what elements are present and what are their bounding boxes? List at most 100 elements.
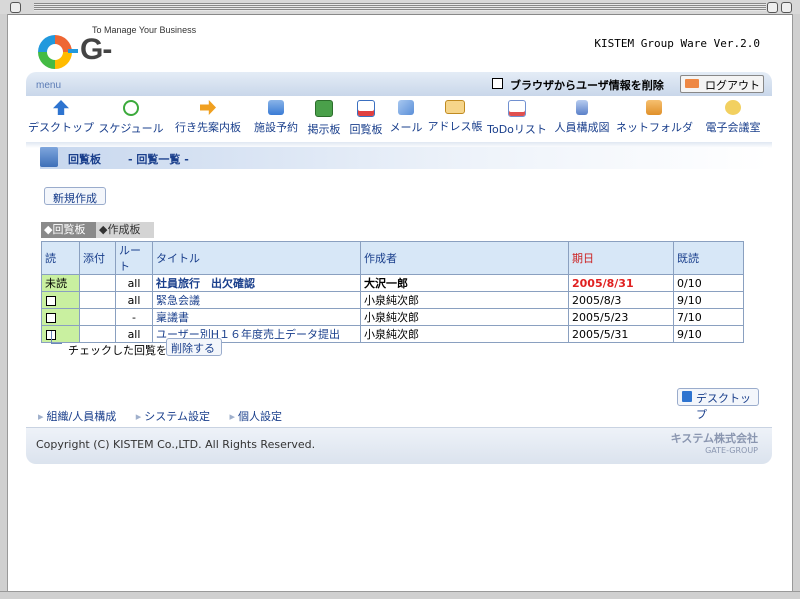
attach-cell bbox=[79, 274, 116, 292]
col-author[interactable]: 作成者 bbox=[360, 241, 569, 275]
table-row[interactable]: all 緊急会議 小泉純次郎 2005/8/3 9/10 bbox=[41, 291, 744, 309]
nav-facility[interactable]: 施設予約 bbox=[250, 98, 302, 138]
new-create-label: 新規作成 bbox=[53, 192, 97, 205]
deadline-cell: 2005/8/31 bbox=[568, 274, 674, 292]
logo-dash bbox=[68, 49, 78, 53]
nav-mail[interactable]: メール bbox=[388, 98, 424, 138]
window-frame-bottom bbox=[0, 591, 800, 599]
meeting-icon bbox=[725, 100, 741, 115]
mail-icon bbox=[398, 100, 414, 115]
footer-link-system[interactable]: ▸ システム設定 bbox=[136, 410, 218, 423]
nav-bulletin[interactable]: 掲示板 bbox=[304, 98, 344, 138]
nav-meeting-room[interactable]: 電子会議室 bbox=[694, 98, 772, 138]
page-title: 回覧板 bbox=[68, 153, 101, 166]
nav-circular[interactable]: 回覧板 bbox=[346, 98, 386, 138]
attach-cell bbox=[79, 291, 116, 309]
company-logo[interactable]: キステム株式会社 GATE-GROUP bbox=[671, 430, 758, 455]
seen-cell: 7/10 bbox=[673, 308, 744, 326]
logo-g-icon bbox=[38, 35, 72, 69]
triangle-right-icon: ▸ bbox=[38, 410, 44, 423]
board-icon bbox=[315, 100, 333, 117]
footer-link-personal[interactable]: ▸ 個人設定 bbox=[229, 410, 290, 423]
delete-user-info-checkbox[interactable] bbox=[492, 78, 503, 89]
table-header-row: 読 添付 ルート タイトル 作成者 期日 既読 bbox=[41, 241, 744, 275]
nav-todo[interactable]: ToDoリスト bbox=[486, 98, 548, 138]
nav-folder-label: ネットフォルダ bbox=[616, 121, 693, 134]
company-name: キステム株式会社 bbox=[670, 432, 758, 445]
title-link[interactable]: 緊急会議 bbox=[152, 291, 361, 309]
desktop-button[interactable]: デスクトップ bbox=[677, 388, 759, 421]
zoom-box[interactable] bbox=[767, 2, 778, 13]
author-cell: 小泉純次郎 bbox=[360, 308, 569, 326]
title-link[interactable]: 社員旅行 出欠確認 bbox=[152, 274, 361, 292]
seen-cell: 0/10 bbox=[673, 274, 744, 292]
col-route[interactable]: ルート bbox=[115, 241, 153, 275]
tab-created-board[interactable]: ◆作成板 bbox=[96, 222, 154, 238]
footer-links: ▸ 組織/人員構成 ▸ システム設定 ▸ 個人設定 bbox=[38, 408, 298, 424]
footer-link-system-label: システム設定 bbox=[144, 410, 210, 423]
org-icon bbox=[576, 100, 588, 115]
copyright-text: Copyright (C) KISTEM Co.,LTD. All Rights… bbox=[36, 438, 316, 451]
nav-schedule-label: スケジュール bbox=[98, 122, 164, 135]
title-link[interactable]: 稟議書 bbox=[152, 308, 361, 326]
attach-cell bbox=[79, 308, 116, 326]
nav-desktop-label: デスクトップ bbox=[28, 121, 94, 134]
footer-link-org-label: 組織/人員構成 bbox=[46, 410, 117, 423]
nav-address-label: アドレス帳 bbox=[427, 120, 483, 133]
version-label: KISTEM Group Ware Ver.2.0 bbox=[594, 37, 760, 50]
nav-desktop[interactable]: デスクトップ bbox=[28, 98, 94, 138]
nav-org-chart[interactable]: 人員構成図 bbox=[550, 98, 614, 138]
col-read[interactable]: 読 bbox=[41, 241, 80, 275]
nav-schedule[interactable]: スケジュール bbox=[96, 98, 166, 138]
close-box[interactable] bbox=[10, 2, 21, 13]
menu-bar: menu ブラウザからユーザ情報を削除 ログアウト bbox=[26, 72, 772, 96]
desktop-label: デスクトップ bbox=[696, 392, 751, 421]
row-checkbox[interactable] bbox=[46, 312, 56, 323]
page-subtitle: - 回覧一覧 - bbox=[128, 153, 189, 166]
col-deadline[interactable]: 期日 bbox=[568, 241, 674, 275]
tab-circular-board[interactable]: ◆回覧板 bbox=[41, 222, 99, 238]
route-cell: - bbox=[115, 308, 153, 326]
row-checkbox-cell bbox=[41, 291, 80, 309]
delete-user-info-label: ブラウザからユーザ情報を削除 bbox=[510, 79, 664, 92]
route-cell: all bbox=[115, 274, 153, 292]
nav-destination-board[interactable]: 行き先案内板 bbox=[168, 98, 248, 138]
delete-button[interactable]: 削除する bbox=[166, 338, 222, 356]
route-cell: all bbox=[115, 291, 153, 309]
table-row[interactable]: - 稟議書 小泉純次郎 2005/5/23 7/10 bbox=[41, 308, 744, 326]
nav-circular-label: 回覧板 bbox=[349, 123, 383, 136]
building-icon bbox=[268, 100, 284, 115]
col-seen[interactable]: 既読 bbox=[673, 241, 744, 275]
logout-label: ログアウト bbox=[705, 79, 760, 92]
nav-facility-label: 施設予約 bbox=[254, 121, 298, 134]
col-title[interactable]: タイトル bbox=[152, 241, 361, 275]
page-content: To Manage Your Business G-BOARD KISTEM G… bbox=[8, 15, 792, 591]
collapse-box[interactable] bbox=[781, 2, 792, 13]
author-cell: 大沢一郎 bbox=[360, 274, 569, 292]
table-row[interactable]: 未読 all 社員旅行 出欠確認 大沢一郎 2005/8/31 0/10 bbox=[41, 274, 744, 292]
delete-label: 削除する bbox=[171, 342, 215, 355]
col-attach[interactable]: 添付 bbox=[79, 241, 116, 275]
logout-button[interactable]: ログアウト bbox=[680, 75, 764, 93]
window-frame-left bbox=[0, 14, 8, 592]
read-status: 未読 bbox=[41, 274, 80, 292]
table-row[interactable]: all ユーザー別H１６年度売上データ提出 小泉純次郎 2005/5/31 9/… bbox=[41, 325, 744, 343]
new-create-button[interactable]: › 新規作成 bbox=[44, 187, 106, 205]
footer-link-org[interactable]: ▸ 組織/人員構成 bbox=[38, 410, 124, 423]
window-titlebar[interactable] bbox=[0, 0, 800, 15]
addressbook-icon bbox=[445, 100, 465, 114]
circular-list-table: 読 添付 ルート タイトル 作成者 期日 既読 未読 all 社員旅行 出欠確認… bbox=[41, 241, 744, 343]
checked-items-text: チェックした回覧を bbox=[68, 344, 167, 357]
nav-address-book[interactable]: アドレス帳 bbox=[426, 98, 484, 138]
author-cell: 小泉純次郎 bbox=[360, 325, 569, 343]
nav-net-folder[interactable]: ネットフォルダ bbox=[616, 98, 693, 138]
route-cell: all bbox=[115, 325, 153, 343]
titlebar-stripes bbox=[34, 3, 766, 11]
desktop-icon bbox=[53, 100, 69, 115]
main-nav: デスクトップ スケジュール 行き先案内板 施設予約 掲示板 回覧板 メール アド… bbox=[28, 98, 772, 144]
deadline-cell: 2005/8/3 bbox=[568, 291, 674, 309]
window-frame-right bbox=[792, 14, 800, 592]
author-cell: 小泉純次郎 bbox=[360, 291, 569, 309]
row-checkbox[interactable] bbox=[46, 295, 56, 306]
deadline-cell: 2005/5/31 bbox=[568, 325, 674, 343]
